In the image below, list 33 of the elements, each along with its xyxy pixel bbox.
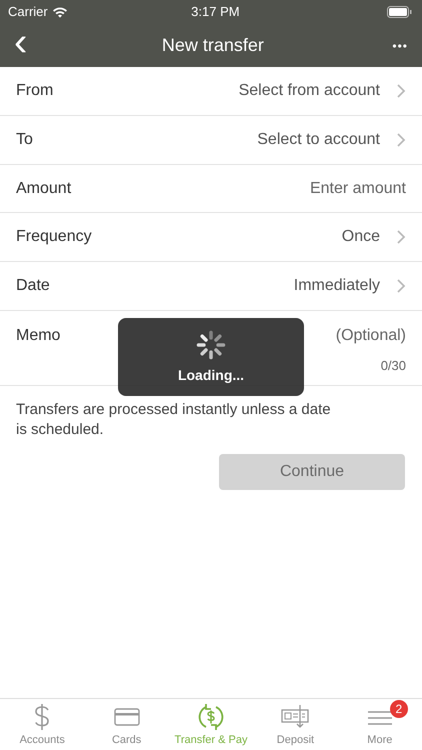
back-button[interactable]: ‹ bbox=[14, 22, 34, 70]
notification-badge: 2 bbox=[390, 700, 408, 718]
screen-title: New transfer bbox=[162, 34, 264, 57]
carrier-label: Carrier bbox=[8, 3, 48, 22]
chevron-icon bbox=[396, 133, 406, 147]
field-label: To bbox=[16, 130, 33, 150]
chevron-icon bbox=[396, 84, 406, 98]
field-label: Memo bbox=[16, 326, 60, 346]
chevron-icon bbox=[396, 230, 406, 244]
select-value[interactable]: Select to account bbox=[257, 128, 380, 152]
character-counter: 0/30 bbox=[380, 357, 406, 375]
loading-label: Loading... bbox=[178, 366, 244, 385]
transfer-icon bbox=[197, 703, 226, 731]
field-label: Frequency bbox=[16, 227, 92, 247]
field-label: From bbox=[16, 81, 54, 101]
spinner-icon bbox=[195, 328, 227, 360]
more-button[interactable]: ••• bbox=[392, 36, 408, 54]
wifi-icon bbox=[52, 6, 68, 18]
select-value[interactable]: Once bbox=[342, 225, 380, 249]
tab[interactable]: Deposit bbox=[253, 699, 338, 750]
select-value[interactable]: Immediately bbox=[294, 274, 380, 298]
clock: 3:17 PM bbox=[191, 3, 240, 22]
battery-icon bbox=[387, 6, 412, 18]
chevron-icon bbox=[396, 279, 406, 293]
tab[interactable]: More 2 bbox=[338, 699, 422, 750]
select-value[interactable]: Select from account bbox=[238, 79, 380, 103]
tab[interactable]: Cards bbox=[84, 699, 169, 750]
field-label: Amount bbox=[16, 178, 72, 198]
card-icon bbox=[114, 707, 140, 727]
field-label: Date bbox=[16, 276, 50, 296]
check-deposit-icon bbox=[281, 705, 310, 729]
info-text: Transfers are processed instantly unless a date is scheduled. bbox=[15, 400, 332, 439]
tab[interactable]: Accounts bbox=[0, 699, 84, 750]
